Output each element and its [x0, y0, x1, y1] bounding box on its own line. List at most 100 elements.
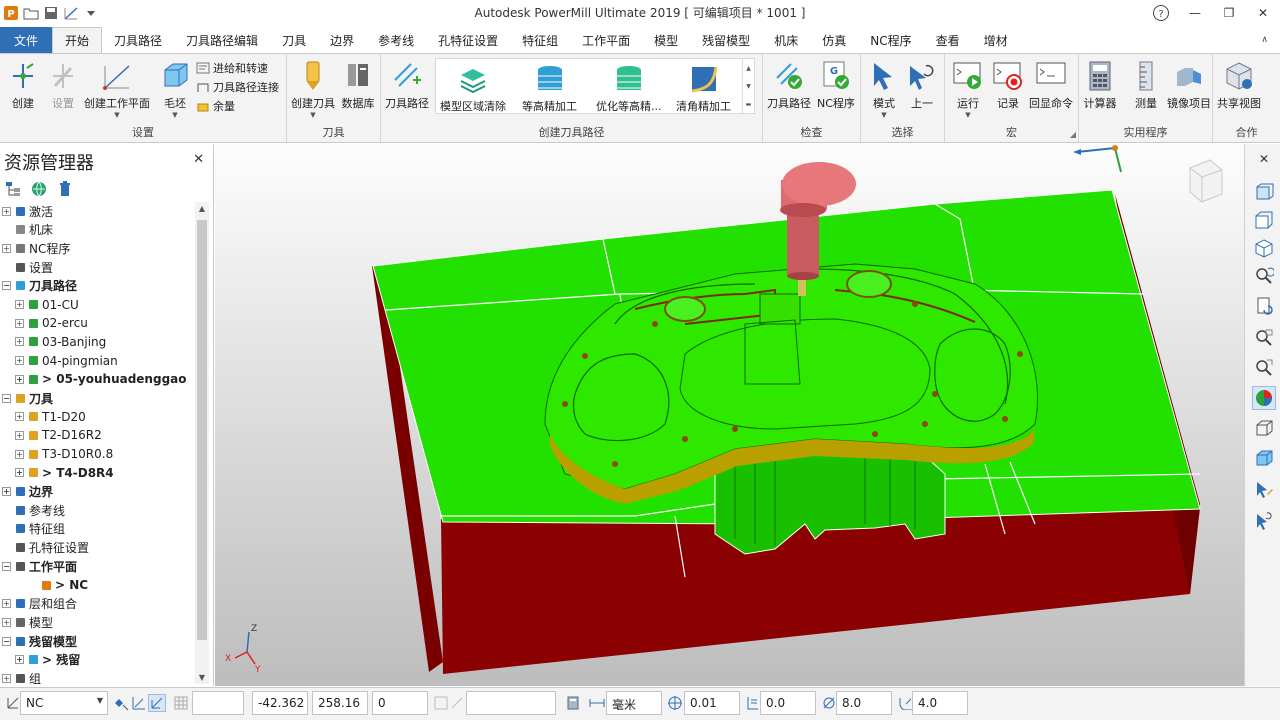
tab-feature-set[interactable]: 特征组: [510, 27, 570, 53]
tree-item[interactable]: + 层和组合: [2, 595, 77, 613]
tree-item[interactable]: + T1-D20: [15, 408, 86, 426]
tab-view[interactable]: 查看: [924, 27, 972, 53]
tree-item[interactable]: + T2-D16R2: [15, 426, 102, 444]
tab-machine[interactable]: 机床: [762, 27, 810, 53]
view-toolbar-close-icon[interactable]: ✕: [1259, 152, 1269, 166]
expand-icon[interactable]: +: [2, 674, 11, 683]
constant-z-button[interactable]: 等高精加工: [522, 61, 577, 114]
tree-item[interactable]: + 模型: [2, 613, 53, 631]
expand-icon[interactable]: +: [15, 318, 24, 328]
previous-selection-button[interactable]: 上一: [905, 58, 939, 111]
scroll-down-icon[interactable]: ▼: [195, 673, 209, 682]
tree-item[interactable]: 参考线: [2, 501, 65, 519]
view-iso2-icon[interactable]: [1252, 236, 1276, 260]
tree-item[interactable]: + 激活: [2, 202, 53, 220]
expand-icon[interactable]: +: [2, 617, 11, 627]
gallery-scroll[interactable]: ▲ ▼ ▬: [742, 59, 754, 113]
tab-hole-feature[interactable]: 孔特征设置: [426, 27, 510, 53]
tree-item[interactable]: − 工作平面: [2, 557, 77, 575]
thickness-field[interactable]: 0.0: [760, 691, 816, 715]
tree-item[interactable]: +04-pingmian: [15, 352, 118, 370]
collapse-icon[interactable]: −: [2, 636, 11, 646]
zoom-box-icon[interactable]: [1252, 326, 1276, 350]
leads-links-button[interactable]: 进给和转速: [196, 60, 268, 76]
optimized-constant-z-button[interactable]: 优化等高精...: [596, 61, 662, 114]
workplane-align-icon[interactable]: [148, 694, 166, 712]
expand-icon[interactable]: +: [2, 487, 11, 496]
collapse-icon[interactable]: −: [2, 281, 11, 291]
help-icon[interactable]: ?: [1144, 0, 1178, 26]
tree-item[interactable]: − 残留模型: [2, 632, 77, 650]
share-view-button[interactable]: 共享视图: [1217, 58, 1261, 111]
model-area-clear-button[interactable]: 模型区域清除: [440, 61, 506, 114]
tree-item[interactable]: +01-CU: [15, 296, 79, 314]
customize-dropdown-icon[interactable]: [82, 4, 100, 22]
macro-launcher-icon[interactable]: ◢: [1070, 130, 1076, 139]
tolerance-field[interactable]: 0.01: [684, 691, 740, 715]
expand-icon[interactable]: +: [2, 206, 11, 216]
expand-icon[interactable]: +: [2, 243, 11, 253]
expand-icon[interactable]: +: [15, 374, 24, 384]
blank-field-2[interactable]: [466, 691, 556, 715]
tree-item[interactable]: − 刀具路径: [2, 277, 77, 295]
tree-item[interactable]: +03-Banjing: [15, 333, 106, 351]
zoom-fit-icon[interactable]: [1252, 356, 1276, 380]
expand-icon[interactable]: +: [15, 449, 24, 459]
tree-item[interactable]: + NC程序: [2, 239, 70, 257]
tip-radius-field[interactable]: 4.0: [912, 691, 968, 715]
delete-icon[interactable]: [56, 180, 74, 198]
tab-additive[interactable]: 增材: [972, 27, 1020, 53]
collapse-icon[interactable]: −: [2, 561, 11, 571]
tab-workplane[interactable]: 工作平面: [570, 27, 642, 53]
document-refresh-icon[interactable]: [1252, 294, 1276, 318]
scroll-up-icon[interactable]: ▲: [195, 204, 209, 213]
tab-boundary[interactable]: 边界: [318, 27, 366, 53]
expand-icon[interactable]: +: [15, 356, 24, 366]
verify-nc-button[interactable]: G NC程序: [817, 58, 855, 111]
expand-icon[interactable]: +: [15, 300, 24, 309]
tree-item[interactable]: +02-ercu: [15, 314, 88, 332]
wireframe-icon[interactable]: [1252, 416, 1276, 440]
tree-item[interactable]: + 组: [2, 670, 41, 686]
open-folder-icon[interactable]: [22, 4, 40, 22]
save-icon[interactable]: [42, 4, 60, 22]
collapse-icon[interactable]: −: [2, 393, 11, 403]
view-cube-icon[interactable]: [1189, 159, 1223, 203]
select-undo-icon[interactable]: [1252, 508, 1276, 532]
explorer-close-button[interactable]: ✕: [193, 152, 204, 167]
block-button[interactable]: 毛坯 ▼: [158, 58, 192, 119]
tree-item[interactable]: + > 05-youhuadenggao: [15, 370, 187, 388]
restore-button[interactable]: ❐: [1212, 0, 1246, 26]
tab-model[interactable]: 模型: [642, 27, 690, 53]
create-workplane-button[interactable]: 创建工作平面 ▼: [84, 58, 150, 119]
expand-icon[interactable]: +: [15, 337, 24, 347]
blank-field[interactable]: [192, 691, 244, 715]
settings-button[interactable]: 设置: [46, 58, 80, 111]
tree-item[interactable]: 机床: [2, 221, 53, 239]
tab-toolpath[interactable]: 刀具路径: [102, 27, 174, 53]
expand-icon[interactable]: +: [15, 412, 24, 422]
grid-snap-icon[interactable]: [130, 694, 148, 712]
tree-item[interactable]: − 刀具: [2, 389, 53, 407]
expand-icon[interactable]: +: [15, 468, 24, 478]
tab-nc-program[interactable]: NC程序: [858, 27, 923, 53]
tab-toolpath-edit[interactable]: 刀具路径编辑: [174, 27, 270, 53]
tab-stock-model[interactable]: 残留模型: [690, 27, 762, 53]
create-button[interactable]: 创建: [6, 58, 40, 111]
snap-icon[interactable]: [112, 694, 130, 712]
ribbon-collapse-icon[interactable]: ∧: [1249, 27, 1280, 53]
toolpath-connect-button[interactable]: 刀具路径连接: [196, 79, 279, 95]
calculator-status-icon[interactable]: [564, 694, 582, 712]
shaded-block-icon[interactable]: [1252, 446, 1276, 470]
expand-icon[interactable]: +: [15, 655, 24, 665]
tab-home[interactable]: 开始: [52, 27, 103, 53]
coord-x-field[interactable]: -42.362: [252, 691, 308, 715]
calculator-button[interactable]: 计算器: [1083, 58, 1117, 111]
tab-pattern[interactable]: 参考线: [366, 27, 426, 53]
tab-tool[interactable]: 刀具: [270, 27, 318, 53]
expand-icon[interactable]: +: [15, 430, 24, 440]
tree-item[interactable]: 特征组: [2, 520, 65, 538]
create-tool-button[interactable]: 创建刀具 ▼: [291, 58, 335, 119]
run-macro-button[interactable]: 运行 ▼: [951, 58, 985, 119]
tab-file[interactable]: 文件: [0, 27, 53, 53]
